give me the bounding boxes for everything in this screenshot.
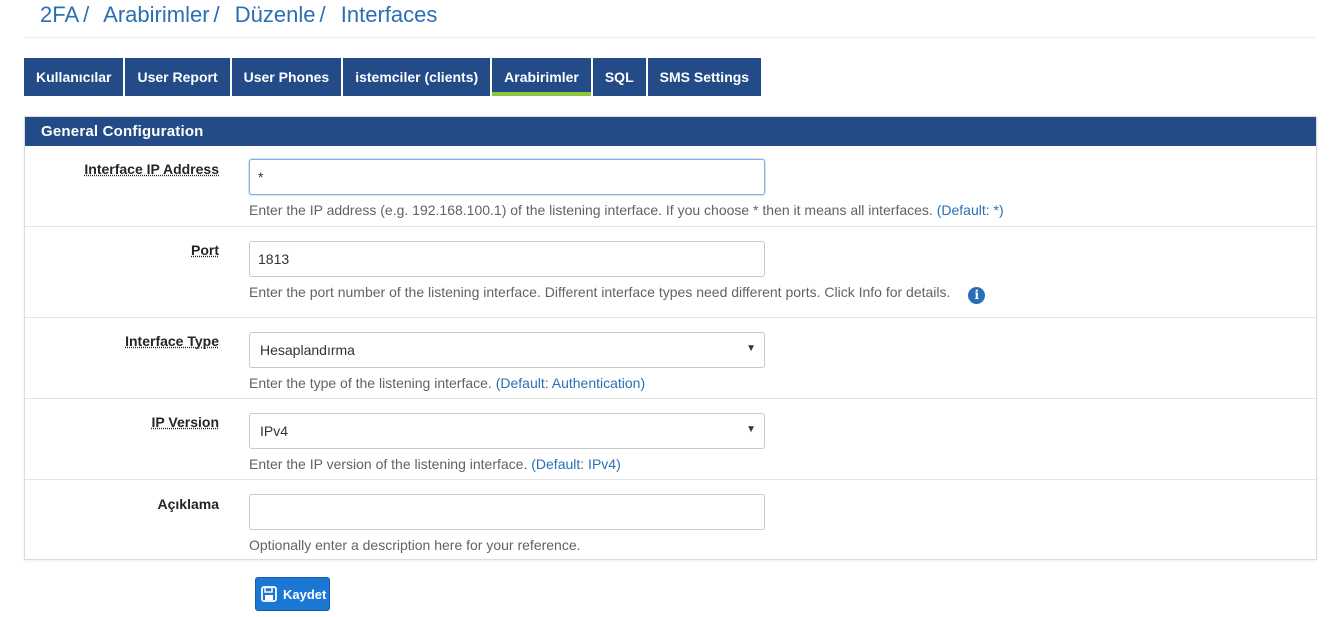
description-input[interactable]: [249, 494, 765, 530]
port-value: 1813: [258, 251, 290, 267]
breadcrumb-2fa[interactable]: 2FA: [40, 2, 79, 27]
breadcrumb: 2FA / Arabirimler / Düzenle / Interfaces: [40, 2, 437, 28]
port-row: Port 1813 Enter the port number of the l…: [25, 226, 1316, 317]
save-icon: [261, 586, 277, 602]
general-configuration-panel: General Configuration Interface IP Addre…: [24, 116, 1317, 560]
dropdown-arrow-icon: ▼: [746, 343, 756, 354]
save-button[interactable]: Kaydet: [255, 577, 330, 611]
description-help: Optionally enter a description here for …: [249, 537, 581, 553]
ip-address-input[interactable]: *: [249, 159, 765, 195]
header-divider: [24, 37, 1316, 38]
tab-kullanicilar[interactable]: Kullanıcılar: [24, 58, 124, 96]
ip-address-label: Interface IP Address: [84, 161, 219, 177]
ip-address-row: Interface IP Address * Enter the IP addr…: [25, 146, 1316, 226]
save-button-label: Kaydet: [283, 586, 327, 602]
tab-sql[interactable]: SQL: [592, 58, 646, 96]
interface-type-select[interactable]: Hesaplandırma ▼: [249, 332, 765, 368]
info-circle-icon[interactable]: i: [968, 287, 986, 304]
ip-address-value: *: [258, 169, 264, 185]
tab-sms-settings[interactable]: SMS Settings: [647, 58, 762, 96]
breadcrumb-separator: /: [319, 2, 326, 27]
tab-user-phones[interactable]: User Phones: [231, 58, 342, 96]
interface-type-row: Interface Type Hesaplandırma ▼ Enter the…: [25, 317, 1316, 398]
interface-type-default: (Default: Authentication): [495, 375, 646, 391]
ip-address-default: (Default: *): [936, 202, 1004, 218]
port-input[interactable]: 1813: [249, 241, 765, 277]
description-row: Açıklama Optionally enter a description …: [25, 479, 1316, 560]
tab-bar: Kullanıcılar User Report User Phones ist…: [24, 58, 763, 96]
ip-version-select[interactable]: IPv4 ▼: [249, 413, 765, 449]
port-help-text: Enter the port number of the listening i…: [249, 284, 951, 300]
interface-type-value: Hesaplandırma: [260, 342, 355, 358]
dropdown-arrow-icon: ▼: [746, 424, 756, 435]
ip-version-value: IPv4: [260, 423, 289, 439]
ip-version-row: IP Version IPv4 ▼ Enter the IP version o…: [25, 398, 1316, 479]
tab-istemciler[interactable]: istemciler (clients): [343, 58, 491, 96]
tab-arabirimler[interactable]: Arabirimler: [492, 58, 591, 96]
description-label: Açıklama: [157, 496, 219, 512]
ip-version-help-text: Enter the IP version of the listening in…: [249, 456, 528, 472]
tab-user-report[interactable]: User Report: [125, 58, 230, 96]
ip-address-help-text: Enter the IP address (e.g. 192.168.100.1…: [249, 202, 933, 218]
interface-type-help: Enter the type of the listening interfac…: [249, 375, 645, 391]
port-help: Enter the port number of the listening i…: [249, 284, 986, 304]
ip-version-help: Enter the IP version of the listening in…: [249, 456, 621, 472]
breadcrumb-interfaces[interactable]: Interfaces: [341, 2, 438, 27]
breadcrumb-separator: /: [213, 2, 220, 27]
ip-version-label: IP Version: [151, 414, 219, 430]
panel-heading: General Configuration: [25, 117, 1316, 146]
ip-version-default: (Default: IPv4): [531, 456, 621, 472]
breadcrumb-duzenle[interactable]: Düzenle: [235, 2, 316, 27]
breadcrumb-arabirimler[interactable]: Arabirimler: [103, 2, 209, 27]
interface-type-help-text: Enter the type of the listening interfac…: [249, 375, 492, 391]
breadcrumb-separator: /: [83, 2, 90, 27]
interface-type-label: Interface Type: [125, 333, 219, 349]
ip-address-help: Enter the IP address (e.g. 192.168.100.1…: [249, 202, 1004, 218]
port-label: Port: [191, 242, 219, 258]
